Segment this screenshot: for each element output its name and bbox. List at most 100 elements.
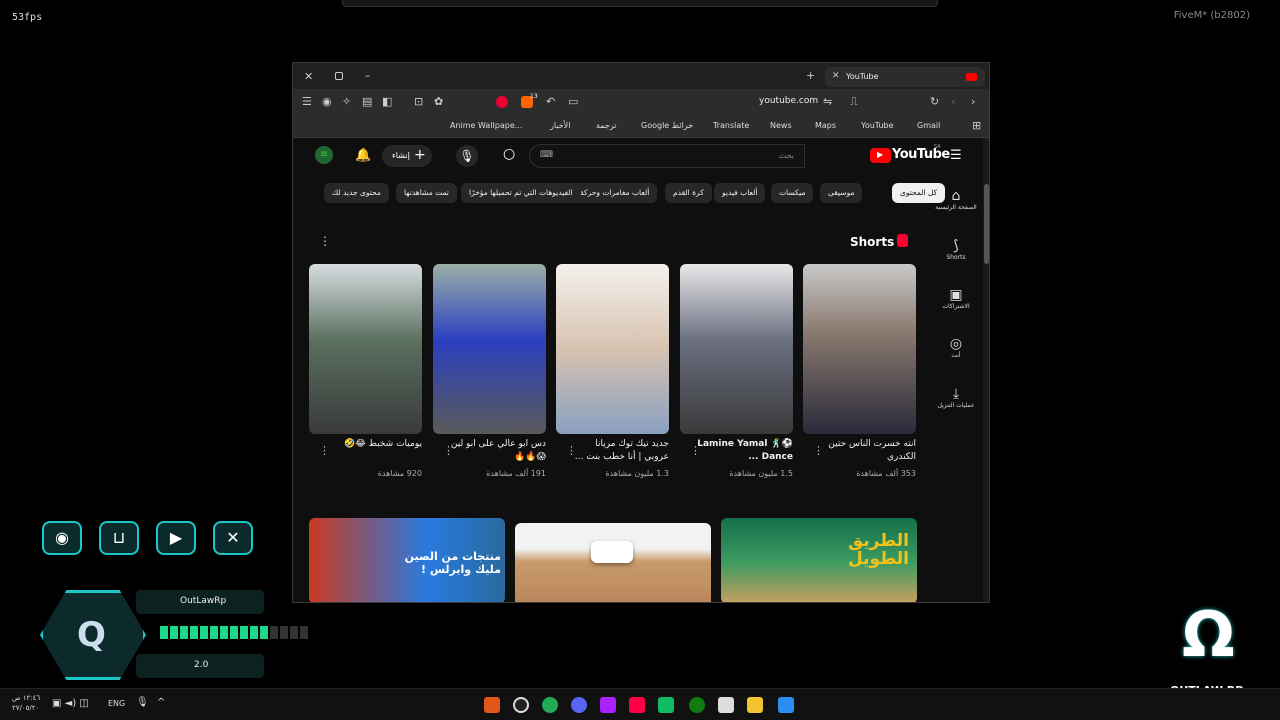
chip[interactable]: تمت مشاهدتها xyxy=(396,183,457,203)
bookmark-item[interactable]: ترجمة xyxy=(596,121,617,130)
xbox-taskbar-icon[interactable] xyxy=(689,697,705,713)
app-icon[interactable] xyxy=(542,697,558,713)
url-field[interactable]: youtube.com xyxy=(759,96,818,106)
bookmark-icon[interactable]: ⎍ xyxy=(850,96,858,107)
chip[interactable]: ألعاب مغامرات وحركة xyxy=(572,183,658,203)
short-title[interactable]: دس ابو عالي على ابو لين 😱🔥🔥 xyxy=(448,438,546,464)
file-explorer-icon[interactable] xyxy=(747,697,763,713)
short-title[interactable]: Lamine Yamal 🕺⚽ Dance ... xyxy=(695,438,793,464)
reload-icon[interactable]: ↻ xyxy=(930,96,939,107)
chip-all[interactable]: كل المحتوى xyxy=(892,183,946,203)
search-input[interactable]: بحث ⌨ xyxy=(529,144,805,168)
short-card[interactable]: انته خسرت الناس حتين الكندري 353 ألف مشا… xyxy=(803,264,916,478)
bookmark-item[interactable]: Translate xyxy=(713,121,749,130)
bookmark-item[interactable]: Gmail xyxy=(917,121,940,130)
more-icon[interactable]: ⋮ xyxy=(690,444,701,457)
new-tab-icon[interactable]: + xyxy=(806,70,815,81)
start-menu-icon[interactable] xyxy=(778,697,794,713)
store-taskbar-icon[interactable] xyxy=(718,697,734,713)
short-thumbnail[interactable] xyxy=(556,264,669,434)
bookmark-item[interactable]: Anime Wallpape... xyxy=(450,121,522,130)
page-scrollbar[interactable] xyxy=(983,138,989,602)
chip[interactable]: كرة القدم xyxy=(665,183,712,203)
reader-icon[interactable]: ▤ xyxy=(362,96,372,107)
screenshot-icon[interactable]: ⊡ xyxy=(414,96,423,107)
maximize-window-icon[interactable] xyxy=(335,72,343,80)
video-thumbnail[interactable]: منتجات من الصين مليك وايرلس ! xyxy=(309,518,505,602)
brave-taskbar-icon[interactable] xyxy=(629,697,645,713)
shield-icon[interactable]: ◉ xyxy=(322,96,332,107)
notifications-icon[interactable]: 🔔 xyxy=(355,148,371,163)
back-icon[interactable]: ‹ xyxy=(951,96,955,107)
short-thumbnail[interactable] xyxy=(803,264,916,434)
short-title[interactable]: انته خسرت الناس حتين الكندري xyxy=(818,438,916,464)
youtube-logo-icon[interactable]: ▶ xyxy=(870,148,891,163)
app-icon[interactable] xyxy=(600,697,616,713)
more-icon[interactable]: ⋮ xyxy=(813,444,824,457)
minimize-window-icon[interactable]: – xyxy=(365,70,371,81)
sidebar-item-downloads[interactable]: ⤓ عمليات التنزيل xyxy=(931,386,981,409)
short-card[interactable]: دس ابو عالي على ابو لين 😱🔥🔥 191 ألف مشاه… xyxy=(433,264,546,478)
chip[interactable]: ميكسات xyxy=(771,183,814,203)
system-tray-icons[interactable]: ▣ ◄) ◫ xyxy=(52,698,89,709)
cast-icon[interactable]: ▭ xyxy=(568,96,578,107)
app-icon[interactable] xyxy=(513,697,529,713)
short-title[interactable]: يوميات شخبط 😂🤣 xyxy=(324,438,422,451)
sidebar-item-subscriptions[interactable]: ▣ الاشتراكات xyxy=(931,287,981,310)
chip[interactable]: ألعاب فيديو xyxy=(714,183,766,203)
youtube-hud-icon[interactable]: ▶ xyxy=(156,521,196,555)
chip[interactable]: الفيديوهات التي تم تحميلها مؤخرًا xyxy=(461,183,581,203)
sidebar-item-shorts[interactable]: ⟆ Shorts xyxy=(931,238,981,261)
steam-taskbar-icon[interactable] xyxy=(658,697,674,713)
keyboard-icon[interactable]: ⌨ xyxy=(540,150,553,160)
site-settings-icon[interactable]: ⇋ xyxy=(823,96,832,107)
short-card[interactable]: Lamine Yamal 🕺⚽ Dance ... 1.5 مليون مشاه… xyxy=(680,264,793,478)
store-icon[interactable]: ⊔ xyxy=(99,521,139,555)
video-thumbnail[interactable] xyxy=(515,523,711,602)
puzzle-icon[interactable]: ✿ xyxy=(434,96,443,107)
chip[interactable]: محتوى جديد لك xyxy=(324,183,389,203)
rewards-icon[interactable] xyxy=(496,96,508,108)
bookmark-item[interactable]: News xyxy=(770,121,792,130)
sidebar-icon[interactable]: ◧ xyxy=(382,96,392,107)
short-card[interactable]: يوميات شخبط 😂🤣 920 مشاهدة ⋮ xyxy=(309,264,422,478)
scrollbar-thumb[interactable] xyxy=(984,184,989,264)
extensions-icon[interactable]: ✧ xyxy=(342,96,351,107)
share-icon[interactable]: ↶ xyxy=(546,96,555,107)
bookmark-item[interactable]: Google خرائط xyxy=(641,121,693,130)
filter-icon[interactable]: ≡ xyxy=(315,146,333,164)
clock[interactable]: ١٢:٤٦ ص ٢٧/٠٥/٢٠ xyxy=(12,693,40,713)
microphone-icon[interactable]: 🎙 xyxy=(456,145,478,167)
sidebar-item-you[interactable]: ◎ أنت xyxy=(931,336,981,359)
chip[interactable]: موسيقى xyxy=(820,183,863,203)
tab-youtube[interactable]: ✕ YouTube xyxy=(825,67,985,87)
more-icon[interactable]: ⋮ xyxy=(319,444,330,457)
tray-overflow-icon[interactable]: ^ xyxy=(157,697,165,708)
create-button[interactable]: إنشاء + xyxy=(382,145,432,167)
discord-icon[interactable]: ◉ xyxy=(42,521,82,555)
video-thumbnail[interactable]: الطريق الطويل xyxy=(721,518,917,602)
short-thumbnail[interactable] xyxy=(433,264,546,434)
short-card[interactable]: جديد تيك توك مريانا عروبي | أنا خطب بنت … xyxy=(556,264,669,478)
bookmark-item[interactable]: الأخبار xyxy=(550,121,570,130)
guide-menu-icon[interactable]: ☰ xyxy=(950,148,962,163)
bookmark-item[interactable]: YouTube xyxy=(861,121,894,130)
discord-taskbar-icon[interactable] xyxy=(571,697,587,713)
bookmark-item[interactable]: Maps xyxy=(815,121,836,130)
app-icon[interactable] xyxy=(484,697,500,713)
apps-grid-icon[interactable]: ⊞ xyxy=(972,120,981,131)
youtube-logo-text[interactable]: YouTube xyxy=(892,147,950,162)
short-thumbnail[interactable] xyxy=(680,264,793,434)
close-tab-icon[interactable]: ✕ xyxy=(832,72,840,81)
menu-icon[interactable]: ☰ xyxy=(302,96,312,107)
close-window-icon[interactable]: ✕ xyxy=(304,71,313,82)
shorts-more-icon[interactable]: ⋮ xyxy=(319,234,331,248)
more-icon[interactable]: ⋮ xyxy=(443,444,454,457)
x-icon[interactable]: ✕ xyxy=(213,521,253,555)
short-thumbnail[interactable] xyxy=(309,264,422,434)
forward-icon[interactable]: › xyxy=(971,96,975,107)
search-button-icon[interactable]: ○ xyxy=(503,146,515,162)
more-icon[interactable]: ⋮ xyxy=(566,444,577,457)
language-indicator[interactable]: ENG xyxy=(108,699,125,708)
short-title[interactable]: جديد تيك توك مريانا عروبي | أنا خطب بنت … xyxy=(571,438,669,464)
